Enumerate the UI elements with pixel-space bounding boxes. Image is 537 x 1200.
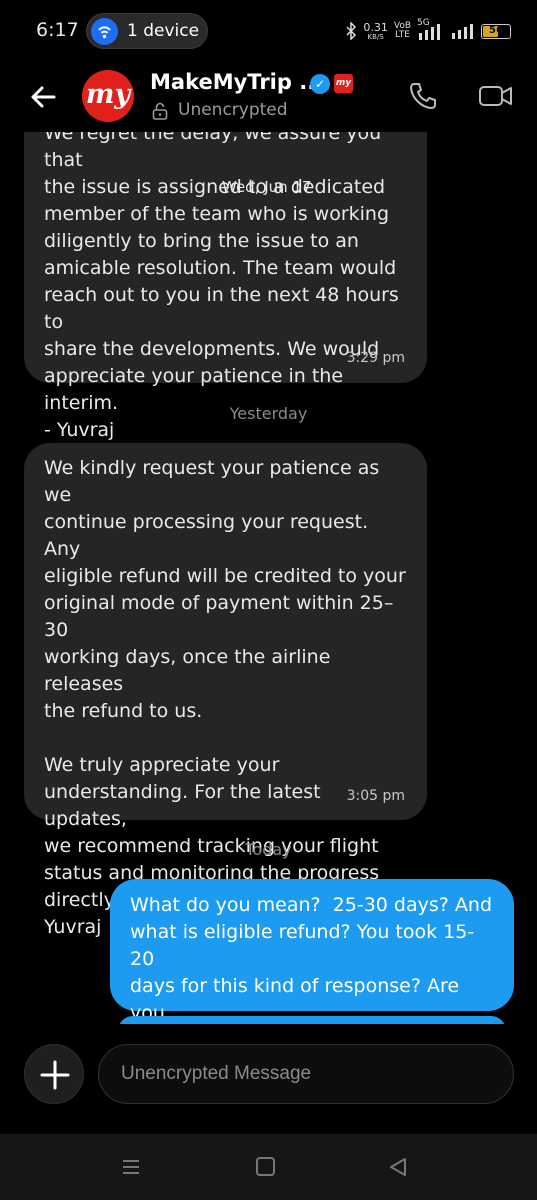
menu-icon[interactable] bbox=[120, 1156, 142, 1178]
message-input[interactable] bbox=[121, 1059, 491, 1089]
affiliate-badge: my bbox=[334, 74, 353, 93]
avatar[interactable]: my bbox=[82, 70, 134, 122]
message-bubble-incoming[interactable]: We kindly request your patience as we co… bbox=[24, 443, 427, 938]
verified-icon: ✓ bbox=[310, 74, 330, 94]
composer bbox=[0, 1024, 537, 1134]
message-text: We kindly request your patience as we co… bbox=[44, 457, 406, 938]
volte-indicator: VoB LTE bbox=[393, 21, 411, 40]
battery-icon: 56 bbox=[481, 23, 511, 39]
hotspot-icon bbox=[91, 18, 118, 45]
back-arrow-icon[interactable] bbox=[28, 82, 58, 112]
device-pill[interactable]: 1 device bbox=[86, 13, 208, 49]
system-nav-bar bbox=[0, 1134, 537, 1200]
date-separator: Today bbox=[245, 840, 292, 859]
encryption-status: Unencrypted bbox=[178, 100, 288, 120]
contact-name[interactable]: MakeMyTrip ... bbox=[150, 70, 323, 94]
net-speed: 0.31 KB/S bbox=[363, 20, 388, 41]
device-count: 1 device bbox=[127, 21, 200, 41]
message-bubble-outgoing-partial[interactable] bbox=[118, 1016, 506, 1024]
video-icon[interactable] bbox=[478, 82, 514, 110]
home-icon[interactable] bbox=[256, 1157, 275, 1176]
message-time: 3:29 pm bbox=[346, 350, 405, 366]
floating-date-label: Wed, Jun 17 bbox=[222, 178, 312, 196]
system-icons: 0.31 KB/S VoB LTE 5G 56 bbox=[345, 18, 511, 43]
message-input-container[interactable] bbox=[98, 1044, 514, 1104]
nav-back-icon[interactable] bbox=[386, 1155, 410, 1179]
message-text: What do you mean? 25-30 days? And what i… bbox=[130, 894, 493, 1024]
conversation-header: my MakeMyTrip ... ✓ my Unencrypted bbox=[0, 62, 537, 132]
date-separator: Yesterday bbox=[229, 404, 308, 423]
message-time: 3:05 pm bbox=[346, 788, 405, 804]
add-attachment-button[interactable] bbox=[24, 1044, 84, 1104]
phone-icon[interactable] bbox=[407, 80, 439, 112]
message-bubble-incoming[interactable]: We regret the delay, we assure you that … bbox=[24, 132, 427, 441]
clock: 6:17 bbox=[36, 19, 79, 41]
status-bar: 6:17 1 device 0.31 KB/S VoB LTE 5G 56 bbox=[0, 0, 537, 62]
lock-icon bbox=[151, 102, 169, 120]
plus-icon bbox=[40, 1060, 70, 1090]
signal-icon bbox=[452, 24, 473, 39]
message-bubble-outgoing[interactable]: What do you mean? 25-30 days? And what i… bbox=[110, 879, 514, 1024]
message-list[interactable]: We regret the delay, we assure you that … bbox=[0, 132, 537, 1024]
bluetooth-icon bbox=[346, 22, 357, 40]
signal-5g-icon: 5G bbox=[417, 18, 445, 41]
